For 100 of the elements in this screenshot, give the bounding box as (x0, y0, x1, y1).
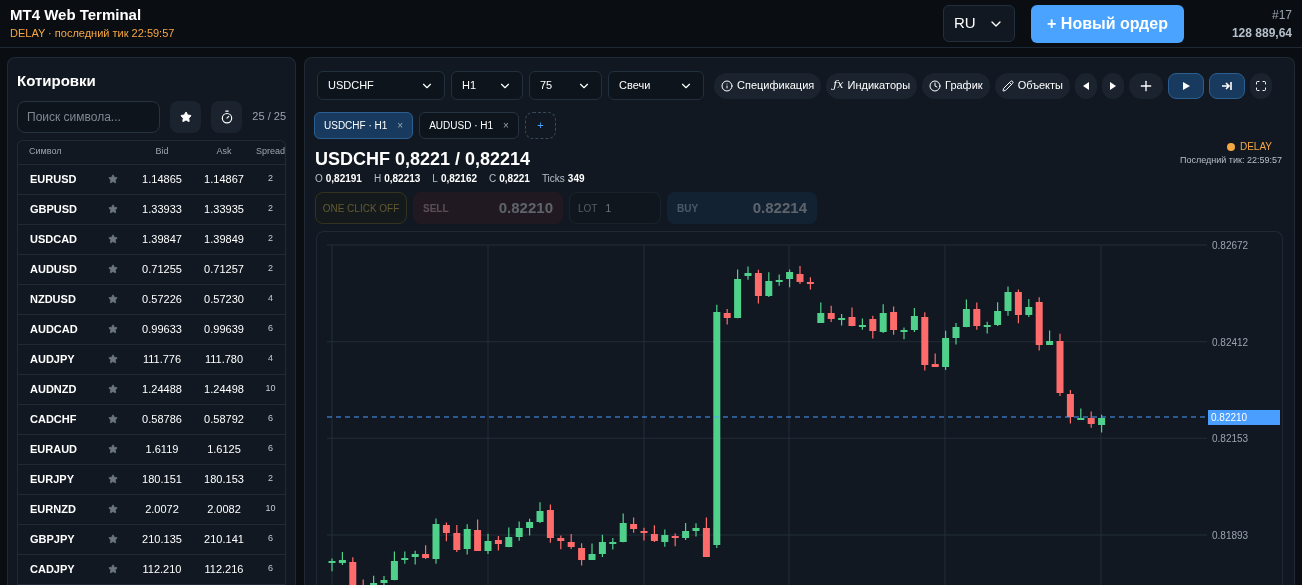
favorite-star-icon[interactable] (108, 504, 118, 514)
spread-cell-text: 10 (264, 382, 277, 396)
candle (515, 521, 523, 542)
toolbar-button[interactable]: ƒx Индикаторы (826, 72, 918, 99)
toolbar-select[interactable]: 75 (529, 71, 602, 100)
price-axis-label: 0.81893 (1212, 530, 1249, 541)
favorite-star-icon[interactable] (108, 474, 118, 484)
current-price-label: 0.82210 (1211, 412, 1248, 423)
candle (786, 269, 794, 288)
toolbar-icon-button[interactable] (1102, 72, 1124, 99)
quote-row[interactable]: AUDCAD 0.99633 0.99639 6 (18, 314, 285, 345)
candle (578, 542, 586, 567)
status-label: DELAY (1239, 140, 1272, 154)
quote-row[interactable]: EURAUD 1.6119 1.6125 6 (18, 434, 285, 465)
ohlc-value: 0,8221 (499, 172, 530, 186)
favorites-button[interactable] (170, 100, 201, 133)
toolbar-icon-button[interactable] (1075, 72, 1097, 99)
spread-cell-text: 2 (267, 472, 274, 486)
favorite-star-icon[interactable] (108, 384, 118, 394)
candle (765, 271, 773, 298)
toolbar-button[interactable]: График (922, 72, 990, 99)
favorite-star-icon[interactable] (108, 534, 118, 544)
favorite-star-icon[interactable] (108, 564, 118, 574)
quote-row[interactable]: EURUSD 1.14865 1.14867 2 (18, 164, 285, 195)
favorite-star-icon[interactable] (108, 354, 118, 364)
toolbar-icon-button[interactable] (1168, 72, 1204, 99)
toolbar-select[interactable]: USDCHF (317, 71, 445, 100)
toolbar-button[interactable]: Объекты (994, 72, 1070, 99)
quote-row[interactable]: EURJPY 180.151 180.153 2 (18, 464, 285, 495)
symbol-cell-text: GBPUSD (29, 201, 79, 217)
spread-cell-text: 6 (267, 322, 274, 336)
symbol-cell-text: EURJPY (29, 471, 76, 487)
symbol-count: 25 / 25 (252, 109, 286, 125)
toolbar-icon-button[interactable] (1209, 72, 1245, 99)
timer-icon (219, 109, 234, 124)
candle (775, 273, 783, 287)
add-tab-button[interactable]: + (524, 112, 556, 139)
ohlc-label: L (432, 172, 438, 186)
candle (838, 313, 846, 327)
candle (817, 302, 825, 323)
favorite-star-icon[interactable] (108, 294, 118, 304)
price-axis-label: 0.82153 (1212, 433, 1249, 445)
toolbar-icon-button[interactable] (1129, 72, 1163, 99)
spread-cell-text: 6 (267, 562, 274, 576)
favorite-star-icon[interactable] (108, 174, 118, 184)
favorite-star-icon[interactable] (108, 204, 118, 214)
ohlc-value: 0,82213 (384, 172, 421, 186)
chart-tab[interactable]: USDCHF · H1 × (314, 112, 414, 139)
candle (661, 528, 669, 548)
toolbar-select[interactable]: H1 (451, 71, 523, 100)
favorite-star-icon[interactable] (108, 234, 118, 244)
spread-cell-text: 6 (267, 442, 274, 456)
candle (463, 523, 471, 556)
bid-cell-text: 0.58786 (141, 411, 183, 427)
bid-cell-text: 0.99633 (141, 321, 183, 337)
last-tick-time: Последний тик: 22:59:57 (1180, 154, 1282, 167)
ohlc-label: Ticks (541, 172, 565, 186)
instrument-price-title: USDCHF 0,8221 / 0,82214 (315, 148, 532, 171)
bid-cell-text: 0.57226 (141, 291, 183, 307)
pencil-icon (1001, 79, 1014, 92)
candle (390, 550, 398, 581)
app-title: MT4 Web Terminal (10, 5, 143, 26)
language-select[interactable]: RU (943, 5, 1015, 42)
quote-row[interactable]: NZDUSD 0.57226 0.57230 4 (18, 284, 285, 315)
symbol-search-field[interactable]: Поиск символа... (17, 100, 160, 133)
toolbar-button[interactable]: Спецификация (714, 72, 822, 99)
account-number: #17 (1271, 6, 1292, 24)
bid-cell-text: 1.33933 (141, 201, 183, 217)
toolbar-select[interactable]: Свечи (608, 71, 704, 100)
ask-cell-text: 112.216 (203, 561, 245, 577)
quote-row[interactable]: AUDJPY 111.776 111.780 4 (18, 344, 285, 375)
ask-cell-text: 0.58792 (203, 411, 245, 427)
tab-close-button[interactable]: × (397, 118, 404, 133)
toolbar-icon-button[interactable] (1250, 72, 1272, 99)
quote-row[interactable]: AUDNZD 1.24488 1.24498 10 (18, 374, 285, 405)
quote-row[interactable]: GBPJPY 210.135 210.141 6 (18, 524, 285, 555)
favorite-star-icon[interactable] (108, 264, 118, 274)
symbol-cell-text: USDCAD (29, 231, 79, 247)
timer-button[interactable] (211, 100, 242, 133)
column-header: Ask (215, 145, 233, 159)
symbol-cell-text: CADJPY (29, 561, 76, 577)
ask-cell-text: 2.0082 (206, 501, 242, 517)
quote-row[interactable]: CADCHF 0.58786 0.58792 6 (18, 404, 285, 435)
quote-row[interactable]: AUDUSD 0.71255 0.71257 2 (18, 254, 285, 285)
candle (890, 305, 898, 336)
candle (910, 307, 918, 333)
candle (411, 550, 419, 565)
quote-row[interactable]: EURNZD 2.0072 2.0082 10 (18, 494, 285, 525)
favorite-star-icon[interactable] (108, 324, 118, 334)
quote-row[interactable]: GBPUSD 1.33933 1.33935 2 (18, 194, 285, 225)
symbol-cell-text: EURAUD (29, 441, 79, 457)
tab-close-button[interactable]: × (503, 118, 509, 133)
favorite-star-icon[interactable] (108, 444, 118, 454)
quote-row[interactable]: USDCAD 1.39847 1.39849 2 (18, 224, 285, 255)
favorite-star-icon[interactable] (108, 414, 118, 424)
ohlc-value: 0,82162 (440, 172, 478, 186)
quote-row[interactable]: CADJPY 112.210 112.216 6 (18, 554, 285, 585)
candle (671, 533, 679, 547)
chart-tab[interactable]: AUDUSD · H1 × (419, 112, 519, 139)
ask-cell-text: 1.39849 (203, 231, 245, 247)
